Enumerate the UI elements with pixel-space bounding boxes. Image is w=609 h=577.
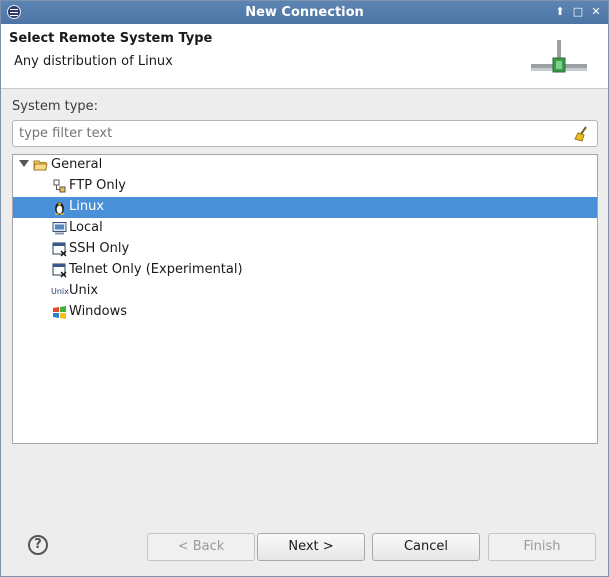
filter-input[interactable]	[19, 124, 559, 143]
new-connection-dialog: New Connection ⬆ □ ✕ Select Remote Syste…	[0, 0, 609, 577]
title-bar[interactable]: New Connection ⬆ □ ✕	[1, 1, 608, 24]
network-connection-banner-icon	[531, 40, 587, 73]
finish-button[interactable]: Finish	[488, 533, 596, 561]
clear-filter-broom-icon[interactable]	[573, 125, 591, 143]
page-description: Any distribution of Linux	[14, 54, 173, 69]
back-button[interactable]: < Back	[147, 533, 255, 561]
tree-label: Windows	[69, 304, 128, 319]
restore-icon[interactable]: □	[570, 4, 586, 20]
page-title: Select Remote System Type	[9, 31, 213, 46]
tree-item-linux[interactable]: Linux	[13, 197, 597, 218]
close-icon[interactable]: ✕	[588, 4, 604, 20]
tree-item-local[interactable]: Local	[13, 218, 597, 239]
windows-icon	[53, 306, 66, 319]
system-type-tree[interactable]: General FTP Only Linux Local SSH Only Te…	[12, 154, 598, 444]
local-computer-icon	[52, 222, 67, 235]
tree-label: Local	[69, 220, 103, 235]
expand-arrow-icon[interactable]	[19, 160, 29, 167]
tree-item-windows[interactable]: Windows	[13, 302, 597, 323]
tree-item-telnet-only[interactable]: Telnet Only (Experimental)	[13, 260, 597, 281]
folder-open-icon	[33, 160, 48, 171]
tree-label: SSH Only	[69, 241, 130, 256]
help-icon[interactable]: ?	[28, 535, 48, 555]
tree-node-general[interactable]: General	[13, 155, 597, 176]
unix-icon: Unix	[51, 287, 69, 296]
tree-label: Unix	[69, 283, 99, 298]
tree-item-ftp-only[interactable]: FTP Only	[13, 176, 597, 197]
system-type-label: System type:	[12, 99, 99, 114]
linux-penguin-icon	[55, 202, 64, 215]
telnet-terminal-icon	[52, 263, 67, 278]
tree-item-ssh-only[interactable]: SSH Only	[13, 239, 597, 260]
next-button[interactable]: Next >	[257, 533, 365, 561]
tree-label: General	[51, 157, 103, 172]
wizard-header: Select Remote System Type Any distributi…	[1, 24, 608, 89]
tree-label: FTP Only	[69, 178, 126, 193]
maximize-arrow-icon[interactable]: ⬆	[552, 4, 568, 20]
ssh-terminal-icon	[52, 242, 67, 257]
tree-label: Linux	[69, 199, 105, 214]
ftp-icon	[53, 179, 66, 193]
tree-item-unix[interactable]: Unix Unix	[13, 281, 597, 302]
tree-label: Telnet Only (Experimental)	[69, 262, 243, 277]
filter-field	[12, 120, 598, 147]
cancel-button[interactable]: Cancel	[372, 533, 480, 561]
window-title: New Connection	[245, 5, 364, 20]
